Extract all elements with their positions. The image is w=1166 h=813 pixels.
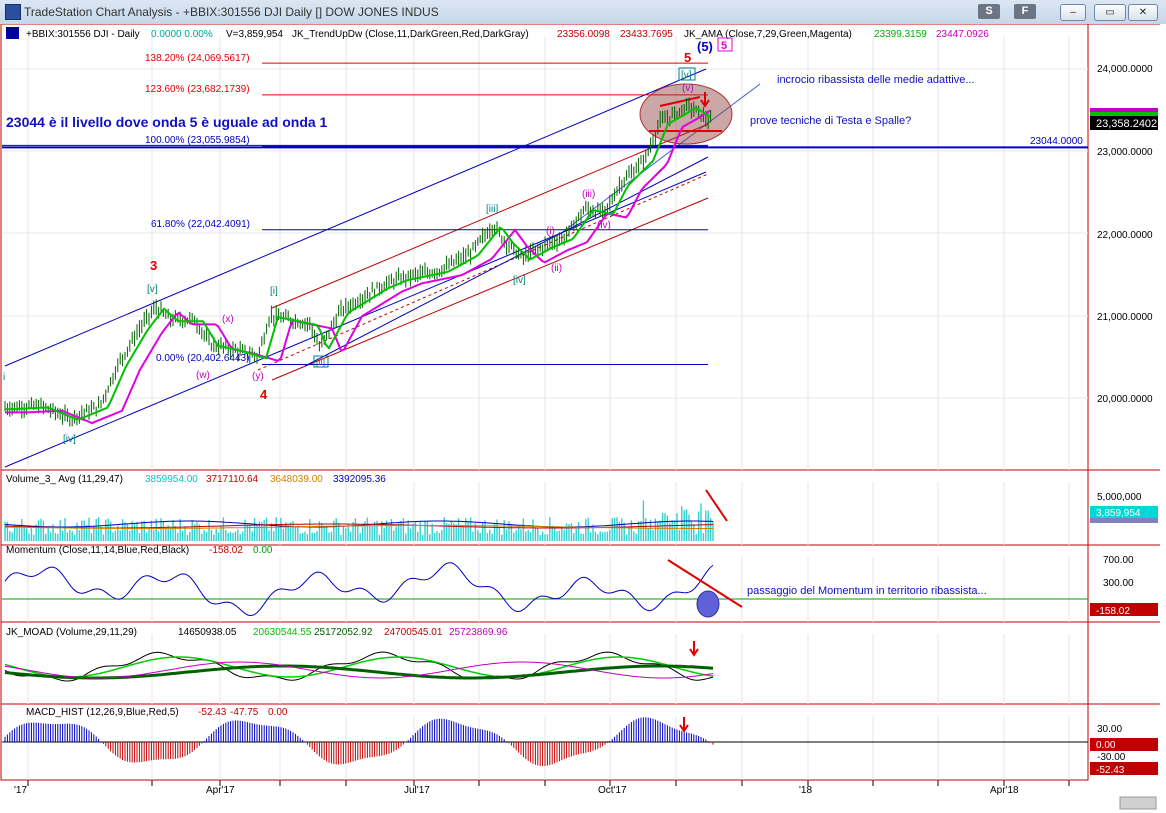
momentum-highlight — [696, 590, 720, 618]
symbol-label: +BBIX:301556 DJI - Daily — [26, 29, 140, 40]
maximize-button[interactable]: ▭ — [1094, 4, 1126, 21]
momentum-y-tick-700: 700.00 — [1103, 555, 1134, 566]
scroll-handle — [1119, 796, 1157, 810]
macd-value-3: 0.00 — [268, 707, 288, 718]
wave-iv-early-label: [iv] — [63, 434, 76, 445]
ama-last-marker — [1090, 108, 1158, 112]
macd-value-1: -52.43 — [198, 707, 227, 718]
headline-annotation: 23044 è il livello dove onda 5 è uguale … — [6, 114, 328, 130]
time-tick-apr17: Apr'17 — [206, 785, 235, 796]
volume-avg-box — [1090, 518, 1158, 523]
moad-title: JK_MOAD (Volume,29,11,29) — [6, 627, 137, 638]
fib-0-label: 0.00% (20,402.6443) — [156, 353, 249, 364]
volume-title: Volume_3_ Avg (11,29,47) — [6, 474, 123, 485]
crossover-annotation: incrocio ribassista delle medie adattive… — [777, 74, 974, 86]
momentum-title: Momentum (Close,11,14,Blue,Red,Black) — [6, 545, 189, 556]
trend-last-marker — [1090, 112, 1158, 116]
macd-y-tick-neg30: -30.00 — [1097, 752, 1126, 763]
chart-area[interactable]: +BBIX:301556 DJI - Daily 0.0000 0.00% V=… — [0, 24, 1166, 813]
time-tick-jan17: '17 — [14, 785, 27, 796]
wave-minor-v-label: [v] — [681, 70, 692, 81]
macd-last-label: -52.43 — [1096, 765, 1125, 776]
y-tick-21000: 21,000.0000 — [1097, 312, 1153, 323]
moad-value-2: 20630544.55 — [253, 627, 312, 638]
wave-w-label: (w) — [196, 370, 210, 381]
wave-i-label: [i] — [270, 286, 278, 297]
wave-iii-label: [iii] — [486, 204, 498, 215]
fib-100-label: 100.00% (23,055.9854) — [145, 135, 250, 146]
momentum-zero: 0.00 — [253, 545, 273, 556]
macd-y-tick-0: 0.00 — [1096, 740, 1116, 751]
wave-major-5-label: (5) — [697, 39, 713, 54]
moad-value-4: 24700545.01 — [384, 627, 443, 638]
wave-4-label: 4 — [260, 387, 268, 402]
time-tick-jul17: Jul'17 — [404, 785, 430, 796]
time-tick-oct17: Oct'17 — [598, 785, 627, 796]
last-price-label: 23,358.2402 — [1096, 118, 1157, 130]
y-tick-24000: 24,000.0000 — [1097, 64, 1153, 75]
volume-header-label: V=3,859,954 — [226, 29, 283, 40]
title-bar: TradeStation Chart Analysis - +BBIX:3015… — [0, 0, 1166, 25]
wave-v-minor-label: (v) — [682, 83, 694, 94]
time-tick-jan18: '18 — [799, 785, 812, 796]
y-tick-23000: 23,000.0000 — [1097, 147, 1153, 158]
zeros-label: 0.0000 0.00% — [151, 29, 213, 40]
wave-boxed-5-label: 5 — [721, 40, 727, 52]
wave-ii-minor-label: (ii) — [551, 263, 562, 274]
ama-value-1: 23399.3159 — [874, 29, 927, 40]
wave-iv-minor-label: (iv) — [597, 220, 611, 231]
volume-last-label: 3,859,954 — [1096, 508, 1141, 519]
level-23044-label: 23044.0000 — [1030, 136, 1083, 147]
trend-indicator-label: JK_TrendUpDw (Close,11,DarkGreen,Red,Dar… — [292, 29, 529, 40]
wave-iii-minor-label: (iii) — [582, 189, 595, 200]
macd-title: MACD_HIST (12,26,9,Blue,Red,5) — [26, 707, 179, 718]
symbol-icon — [6, 27, 19, 39]
y-tick-22000: 22,000.0000 — [1097, 230, 1153, 241]
momentum-y-tick-300: 300.00 — [1103, 578, 1134, 589]
momentum-last-label: -158.02 — [1096, 606, 1130, 617]
trend-value-2: 23433.7695 — [620, 29, 673, 40]
trend-value-1: 23356.0098 — [557, 29, 610, 40]
wave-v-early-label: [v] — [147, 284, 158, 295]
wave-iv-label: [iv] — [513, 275, 526, 286]
momentum-annotation: passaggio del Momentum in territorio rib… — [747, 585, 987, 597]
wave-ii-label: [ii] — [316, 357, 325, 367]
ama-value-2: 23447.0926 — [936, 29, 989, 40]
moad-value-5: 25723869.96 — [449, 627, 508, 638]
momentum-value: -158.02 — [209, 545, 243, 556]
wave-x-label: (x) — [222, 314, 234, 325]
s-button[interactable]: S — [978, 4, 1000, 19]
head-shoulders-annotation: prove tecniche di Testa e Spalle? — [750, 115, 911, 127]
minimize-button[interactable]: – — [1060, 4, 1086, 21]
wave-y-label: (y) — [252, 371, 264, 382]
volume-value-4: 3392095.36 — [333, 474, 386, 485]
wave-5-label: 5 — [684, 50, 691, 65]
volume-value-2: 3717110.64 — [206, 474, 259, 485]
macd-value-2: -47.75 — [230, 707, 259, 718]
wave-i-minor-label: (i) — [546, 226, 555, 237]
volume-value-1: 3859954.00 — [145, 474, 198, 485]
fib-618-label: 61.80% (22,042.4091) — [151, 219, 250, 230]
wave-3-label: 3 — [150, 258, 157, 273]
window-title: TradeStation Chart Analysis - +BBIX:3015… — [24, 5, 439, 19]
close-button[interactable]: ✕ — [1128, 4, 1158, 21]
wave-edge-label: i — [3, 372, 5, 383]
app-icon — [5, 4, 21, 20]
macd-y-tick-30: 30.00 — [1097, 724, 1122, 735]
fib-123-label: 123.60% (23,682.1739) — [145, 84, 250, 95]
fib-138-label: 138.20% (24,069.5617) — [145, 53, 250, 64]
volume-y-tick: 5,000,000 — [1097, 492, 1142, 503]
f-button[interactable]: F — [1014, 4, 1036, 19]
volume-value-3: 3648039.00 — [270, 474, 323, 485]
y-tick-20000: 20,000.0000 — [1097, 394, 1153, 405]
moad-value-1: 14650938.05 — [178, 627, 237, 638]
moad-value-3: 25172052.92 — [314, 627, 373, 638]
time-tick-apr18: Apr'18 — [990, 785, 1019, 796]
